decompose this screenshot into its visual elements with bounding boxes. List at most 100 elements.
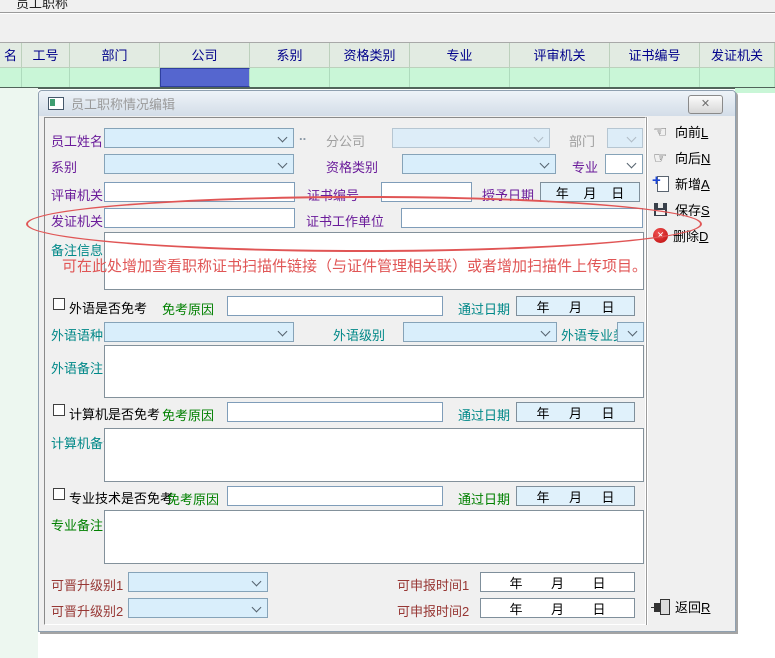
issue-org-input[interactable] bbox=[104, 208, 295, 228]
clipped-menu-text: 员工职称 bbox=[16, 0, 86, 9]
foreign-lang-label: 外语语种 bbox=[51, 325, 103, 344]
table-header-row: 名 工号 部门 公司 系别 资格类别 专业 评审机关 证书编号 发证机关 bbox=[0, 43, 775, 68]
selected-cell[interactable] bbox=[160, 68, 250, 87]
table-row bbox=[0, 68, 775, 87]
close-button[interactable]: ✕ bbox=[688, 95, 723, 114]
tech-exempt-reason-input[interactable] bbox=[227, 486, 443, 506]
apply-time2-field[interactable]: 年月日 bbox=[480, 598, 635, 618]
year-unit: 年 bbox=[509, 573, 522, 592]
cell[interactable] bbox=[250, 68, 330, 87]
day-unit: 日 bbox=[592, 599, 605, 618]
year-unit: 年 bbox=[509, 599, 522, 618]
day-unit: 日 bbox=[601, 487, 614, 506]
year-unit: 年 bbox=[536, 403, 549, 422]
col-header-series[interactable]: 系别 bbox=[250, 43, 330, 68]
day-unit: 日 bbox=[601, 403, 614, 422]
issue-org-label: 发证机关 bbox=[51, 211, 103, 230]
toolbar-separator-line bbox=[646, 117, 648, 625]
backward-button[interactable]: 向后N bbox=[653, 148, 710, 167]
top-bar: 员工职称 bbox=[0, 0, 775, 42]
award-date-field[interactable]: 年月日 bbox=[540, 182, 640, 202]
foreign-lang-combo[interactable] bbox=[104, 322, 294, 342]
save-button[interactable]: 保存S bbox=[653, 200, 710, 219]
month-unit: 月 bbox=[569, 297, 582, 316]
col-header-company[interactable]: 公司 bbox=[160, 43, 250, 68]
tech-pass-date-field[interactable]: 年月日 bbox=[516, 486, 635, 506]
award-date-label: 授予日期 bbox=[482, 185, 534, 204]
computer-pass-date-label: 通过日期 bbox=[458, 405, 510, 424]
add-button[interactable]: + 新增A bbox=[653, 174, 710, 193]
delete-x-icon bbox=[653, 228, 668, 243]
major-combo[interactable] bbox=[605, 154, 643, 174]
cell[interactable] bbox=[700, 68, 775, 87]
col-header-issueorg[interactable]: 发证机关 bbox=[700, 43, 775, 68]
major-label: 专业 bbox=[572, 157, 598, 176]
dialog-icon bbox=[48, 97, 64, 110]
close-icon: ✕ bbox=[701, 98, 710, 110]
cert-work-unit-input[interactable] bbox=[401, 208, 643, 228]
delete-button[interactable]: 删除D bbox=[653, 226, 708, 245]
forward-button[interactable]: 向前L bbox=[653, 122, 708, 141]
computer-remark-textarea[interactable] bbox=[104, 428, 644, 482]
col-header-name[interactable]: 名 bbox=[0, 43, 22, 68]
hand-left-icon bbox=[653, 124, 670, 140]
promote-level1-combo[interactable] bbox=[128, 572, 268, 592]
cell[interactable] bbox=[610, 68, 700, 87]
major-remark-textarea[interactable] bbox=[104, 510, 644, 564]
major-remark-label: 专业备注 bbox=[51, 515, 103, 534]
cell[interactable] bbox=[22, 68, 70, 87]
month-unit: 月 bbox=[583, 183, 596, 202]
return-button[interactable]: 返回R bbox=[653, 597, 710, 616]
col-header-revieworg[interactable]: 评审机关 bbox=[510, 43, 610, 68]
dialog-titlebar[interactable]: 员工职称情况编辑 bbox=[39, 91, 735, 116]
foreign-exempt-label: 外语是否免考 bbox=[69, 298, 147, 317]
promote-level1-label: 可晋升级别1 bbox=[51, 575, 123, 594]
foreign-exempt-reason-input[interactable] bbox=[227, 296, 443, 316]
window-background-left bbox=[0, 88, 38, 658]
computer-pass-date-field[interactable]: 年 月日 bbox=[516, 402, 635, 422]
cert-work-unit-label: 证书工作单位 bbox=[306, 211, 384, 230]
promote-level2-combo[interactable] bbox=[128, 598, 268, 618]
apply-time1-field[interactable]: 年月日 bbox=[480, 572, 635, 592]
tech-pass-date-label: 通过日期 bbox=[458, 489, 510, 508]
col-header-empno[interactable]: 工号 bbox=[22, 43, 70, 68]
foreign-pass-date-label: 通过日期 bbox=[458, 299, 510, 318]
month-unit: 月 bbox=[569, 403, 582, 422]
review-org-input[interactable] bbox=[104, 182, 295, 202]
qual-category-combo[interactable] bbox=[402, 154, 556, 174]
tech-exempt-checkbox[interactable] bbox=[53, 488, 65, 500]
col-header-qual[interactable]: 资格类别 bbox=[330, 43, 410, 68]
series-combo[interactable] bbox=[104, 154, 294, 174]
foreign-remark-textarea[interactable] bbox=[104, 345, 644, 398]
year-unit: 年 bbox=[536, 297, 549, 316]
employee-table: 名 工号 部门 公司 系别 资格类别 专业 评审机关 证书编号 发证机关 bbox=[0, 42, 775, 89]
floppy-disk-icon bbox=[653, 202, 670, 218]
department-combo bbox=[607, 128, 643, 148]
employee-name-combo[interactable] bbox=[104, 128, 294, 148]
col-header-certno[interactable]: 证书编号 bbox=[610, 43, 700, 68]
promote-level2-label: 可晋升级别2 bbox=[51, 601, 123, 620]
cell[interactable] bbox=[330, 68, 410, 87]
computer-exempt-checkbox[interactable] bbox=[53, 404, 65, 416]
foreign-major-class-combo[interactable] bbox=[617, 322, 644, 342]
computer-exempt-label: 计算机是否免考 bbox=[69, 404, 160, 423]
col-header-dept[interactable]: 部门 bbox=[70, 43, 160, 68]
apply-time2-label: 可申报时间2 bbox=[397, 601, 469, 620]
foreign-level-combo[interactable] bbox=[403, 322, 557, 342]
cert-no-input[interactable] bbox=[381, 182, 472, 202]
foreign-exempt-checkbox[interactable] bbox=[53, 298, 65, 310]
computer-exempt-reason-input[interactable] bbox=[227, 402, 443, 422]
foreign-pass-date-field[interactable]: 年 月日 bbox=[516, 296, 635, 316]
col-header-major[interactable]: 专业 bbox=[410, 43, 510, 68]
employee-name-label: 员工姓名 bbox=[51, 131, 103, 150]
day-unit: 日 bbox=[611, 183, 624, 202]
cell[interactable] bbox=[0, 68, 22, 87]
cell[interactable] bbox=[70, 68, 160, 87]
cell[interactable] bbox=[510, 68, 610, 87]
day-unit: 日 bbox=[601, 297, 614, 316]
cell[interactable] bbox=[410, 68, 510, 87]
toolbar-separator bbox=[0, 12, 775, 14]
year-unit: 年 bbox=[536, 487, 549, 506]
review-org-label: 评审机关 bbox=[51, 185, 103, 204]
month-unit: 月 bbox=[551, 573, 564, 592]
